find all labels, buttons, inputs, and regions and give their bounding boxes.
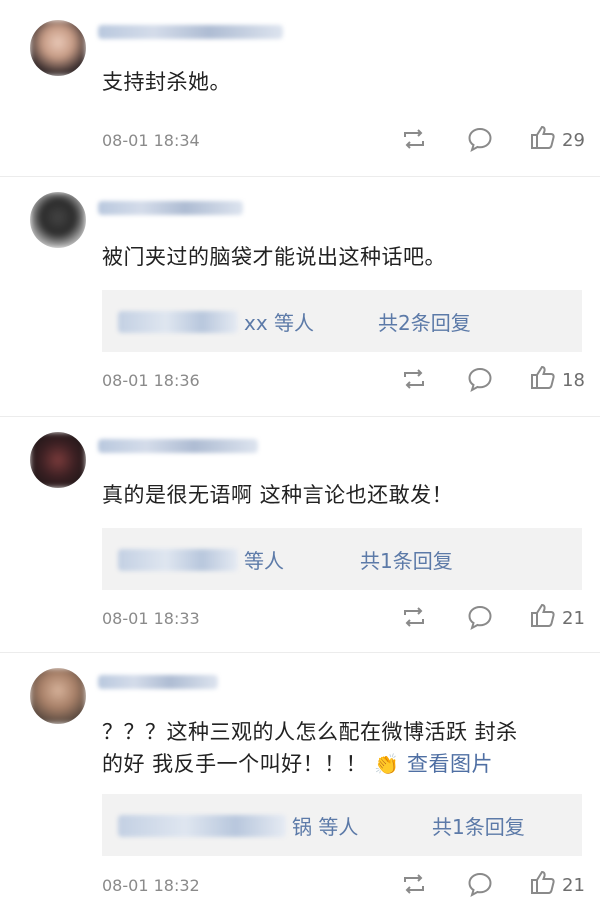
comment-icon[interactable]: [466, 125, 494, 153]
timestamp: 08-01 18:33: [102, 609, 200, 628]
timestamp: 08-01 18:32: [102, 876, 200, 895]
reply-summary[interactable]: 等人 共1条回复: [102, 528, 582, 590]
like-icon[interactable]: [529, 123, 557, 151]
comment-text: ？？？这种三观的人怎么配在微博活跃 封杀 的好 我反手一个叫好！！！ 👏 查看图…: [102, 716, 540, 780]
like-icon[interactable]: [529, 868, 557, 896]
comment-text: 被门夹过的脑袋才能说出这种话吧。: [102, 245, 446, 269]
repost-icon[interactable]: [400, 125, 428, 153]
reply-summary[interactable]: 锅 等人 共1条回复: [102, 794, 582, 856]
reply-count-link[interactable]: 共1条回复: [432, 811, 525, 840]
username[interactable]: [98, 198, 243, 218]
reply-names-blurred: [118, 310, 238, 333]
divider: [0, 176, 600, 177]
reply-names[interactable]: 等人: [118, 545, 284, 574]
comment-icon[interactable]: [466, 365, 494, 393]
repost-icon[interactable]: [400, 365, 428, 393]
like-count: 21: [562, 608, 585, 629]
reply-count-link[interactable]: 共1条回复: [360, 545, 453, 574]
timestamp: 08-01 18:36: [102, 371, 200, 390]
comment-text: 真的是很无语啊 这种言论也还敢发！: [102, 483, 454, 507]
clapping-hands-emoji: 👏: [374, 752, 400, 776]
reply-names[interactable]: xx 等人: [118, 307, 314, 336]
reply-count-link[interactable]: 共2条回复: [378, 307, 471, 336]
comment-meta: 08-01 18:32 21: [102, 870, 592, 900]
comment-meta: 08-01 18:36 18: [102, 365, 592, 395]
like-icon[interactable]: [529, 601, 557, 629]
divider: [0, 652, 600, 653]
reply-names[interactable]: 锅 等人: [118, 811, 358, 840]
like-count: 18: [562, 370, 585, 391]
reply-summary[interactable]: xx 等人 共2条回复: [102, 290, 582, 352]
repost-icon[interactable]: [400, 870, 428, 898]
avatar[interactable]: [30, 432, 86, 488]
username[interactable]: [98, 436, 258, 456]
avatar[interactable]: [30, 668, 86, 724]
reply-names-blurred: [118, 814, 286, 837]
comment-text-line: ？？？这种三观的人怎么配在微博活跃 封杀: [102, 720, 518, 744]
reply-names-suffix: 锅 等人: [292, 815, 359, 839]
comment-icon[interactable]: [466, 870, 494, 898]
avatar[interactable]: [30, 192, 86, 248]
reply-names-blurred: [118, 548, 238, 571]
divider: [0, 416, 600, 417]
comment-text: 支持封杀她。: [102, 70, 231, 94]
view-image-link[interactable]: 查看图片: [407, 752, 493, 776]
comment-text-line2: 的好 我反手一个叫好！！！: [102, 752, 368, 776]
reply-names-suffix: 等人: [244, 549, 284, 573]
avatar[interactable]: [30, 20, 86, 76]
reply-names-suffix: xx 等人: [244, 311, 315, 335]
like-count: 29: [562, 130, 585, 151]
repost-icon[interactable]: [400, 603, 428, 631]
username[interactable]: [98, 22, 283, 42]
comment-icon[interactable]: [466, 603, 494, 631]
username[interactable]: [98, 672, 218, 692]
like-count: 21: [562, 875, 585, 896]
like-icon[interactable]: [529, 363, 557, 391]
timestamp: 08-01 18:34: [102, 131, 200, 150]
comment-meta: 08-01 18:33 21: [102, 603, 592, 633]
comment-meta: 08-01 18:34 29: [102, 125, 592, 155]
comment-text-line: 的好 我反手一个叫好！！！ 👏 查看图片: [102, 748, 540, 780]
